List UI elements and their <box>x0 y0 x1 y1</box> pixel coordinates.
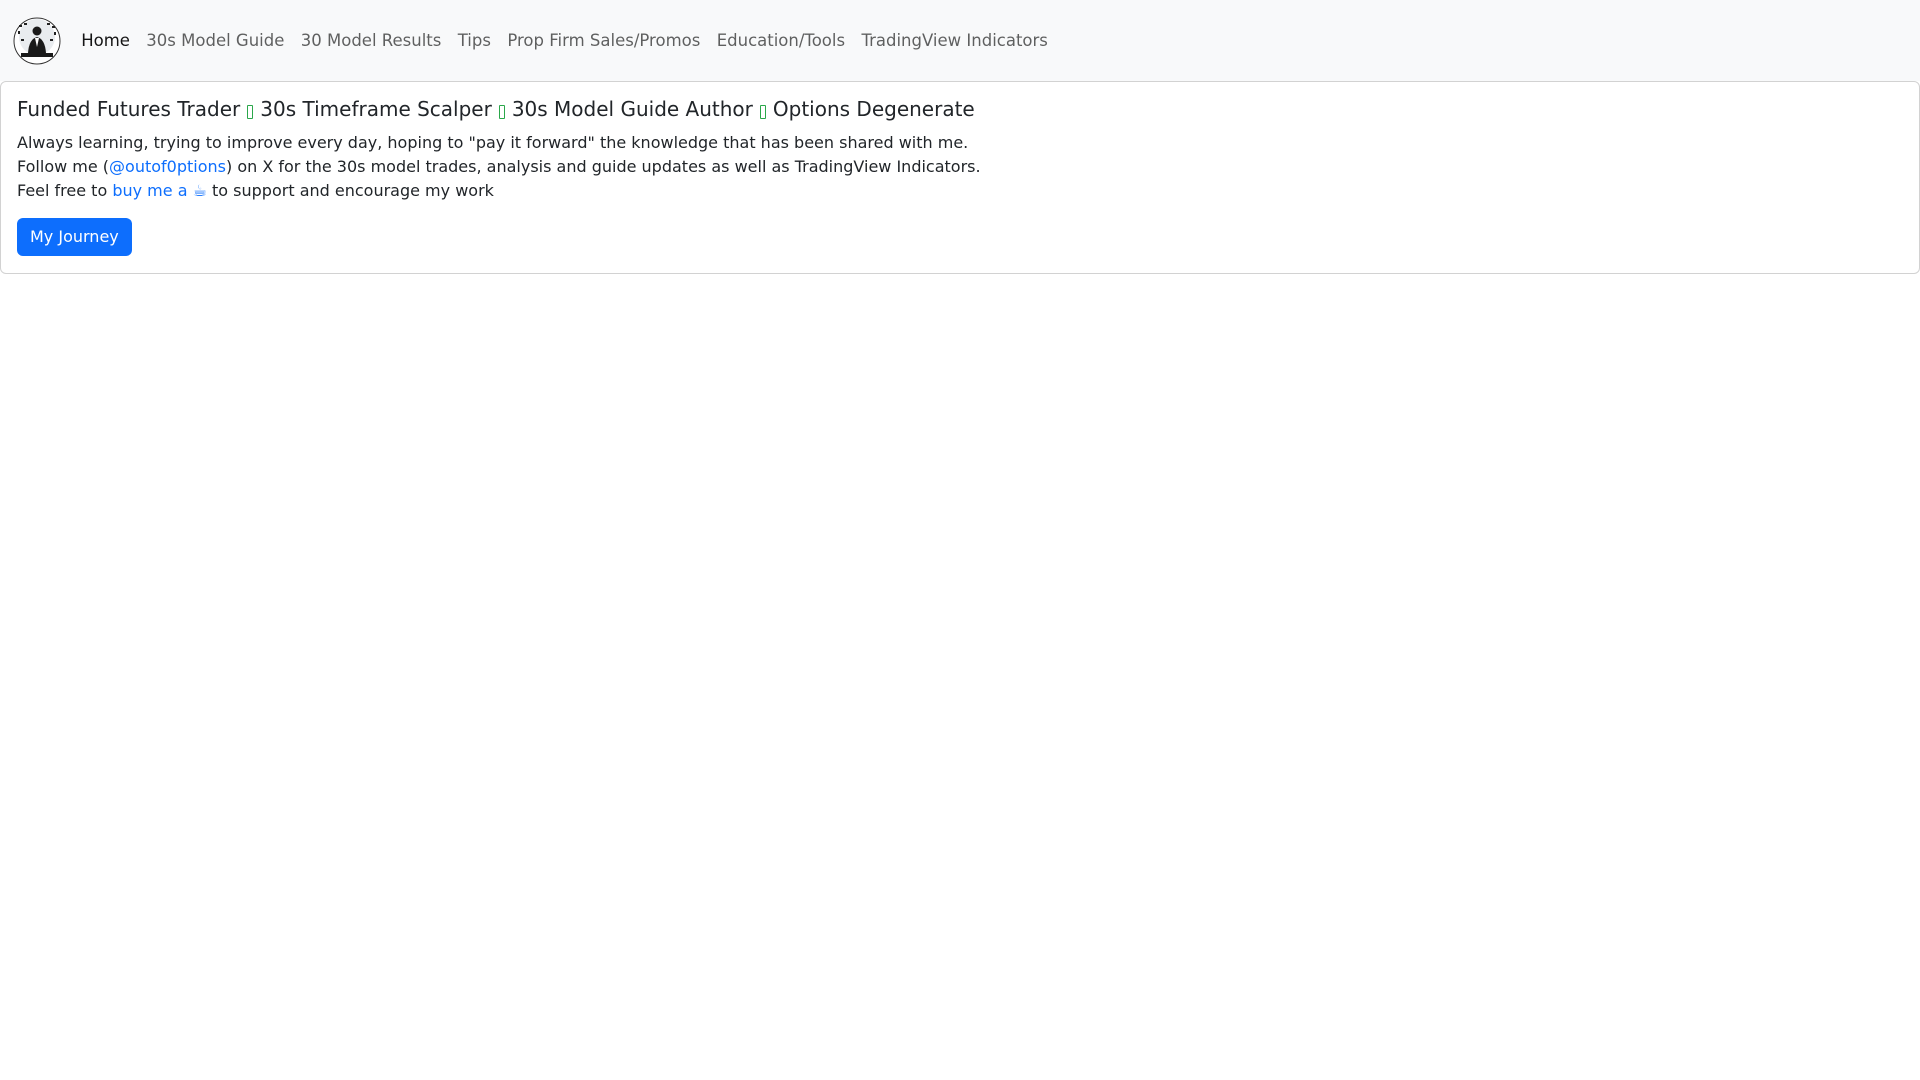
x-handle-link[interactable]: @outof0ptions <box>109 157 226 176</box>
buy-me-a-coffee-link[interactable]: buy me a ☕ <box>112 181 207 200</box>
headline-title-1: Funded Futures Trader <box>17 97 241 121</box>
my-journey-button[interactable]: My Journey <box>17 218 132 256</box>
site-logo[interactable] <box>13 16 61 65</box>
nav-item-tips[interactable]: Tips <box>450 23 500 58</box>
intro-line-3: Feel free to buy me a ☕ to support and e… <box>17 179 1903 203</box>
nav-item-30s-model-guide[interactable]: 30s Model Guide <box>138 23 292 58</box>
headline: Funded Futures Trader 30s Timeframe Scal… <box>17 97 1903 121</box>
nav-item-education-tools[interactable]: Education/Tools <box>709 23 854 58</box>
headline-title-2: 30s Timeframe Scalper <box>260 97 492 121</box>
follow-suffix: ) on X for the 30s model trades, analysi… <box>225 157 981 176</box>
separator-icon <box>759 105 766 119</box>
support-prefix: Feel free to <box>17 181 113 200</box>
intro-line-2: Follow me (@outof0ptions) on X for the 3… <box>17 155 1903 179</box>
headline-title-4: Options Degenerate <box>772 97 975 121</box>
nav-menu: Home 30s Model Guide 30 Model Results Ti… <box>73 23 1056 58</box>
separator-icon <box>498 105 505 119</box>
headline-title-3: 30s Model Guide Author <box>511 97 753 121</box>
logo-emblem-icon <box>13 17 61 64</box>
nav-item-tradingview-indicators[interactable]: TradingView Indicators <box>853 23 1056 58</box>
top-navbar: Home 30s Model Guide 30 Model Results Ti… <box>0 0 1920 81</box>
separator-icon <box>247 105 254 119</box>
support-suffix: to support and encourage my work <box>206 181 494 200</box>
nav-item-30-model-results[interactable]: 30 Model Results <box>293 23 450 58</box>
nav-item-prop-firm-sales[interactable]: Prop Firm Sales/Promos <box>499 23 708 58</box>
nav-item-home[interactable]: Home <box>73 23 138 58</box>
intro-line-1: Always learning, trying to improve every… <box>17 133 969 152</box>
follow-prefix: Follow me ( <box>17 157 110 176</box>
intro-card: Funded Futures Trader 30s Timeframe Scal… <box>0 81 1920 274</box>
